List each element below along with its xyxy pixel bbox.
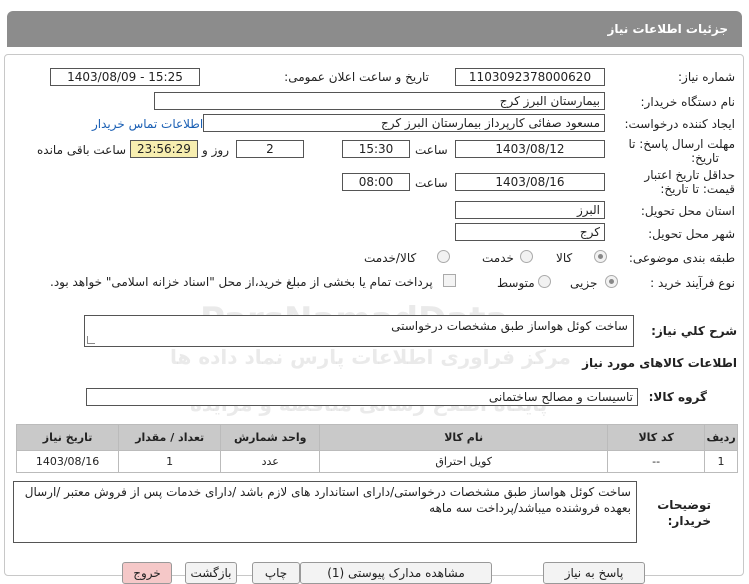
cell-row-number: 1 [704, 450, 738, 473]
col-row-number: ردیف [704, 424, 738, 451]
table-header-row: ردیف کد کالا نام کالا واحد شمارش تعداد /… [15, 424, 738, 451]
attachments-button[interactable]: مشاهده مدارک پیوستی (1) [300, 562, 492, 584]
announce-field: 1403/08/09 - 15:25 [50, 68, 200, 86]
remaining-time-field: 23:56:29 [130, 140, 198, 158]
back-button[interactable]: بازگشت [185, 562, 237, 584]
deadline-date-field: 1403/08/12 [455, 140, 605, 158]
notes-text: ساخت کوئل هواساز طبق مشخصات درخواستی/دار… [24, 485, 631, 515]
buyer-contact-link[interactable]: اطلاعات تماس خریدار [92, 117, 203, 131]
cell-item-name: کویل احتراق [319, 450, 609, 473]
deadline-time-label: ساعت [415, 143, 448, 157]
deadline-label-line1: مهلت ارسال پاسخ: تا [628, 137, 735, 151]
page-title: جزئیات اطلاعات نیاز [607, 22, 728, 36]
process-label: نوع فرآیند خرید : [650, 276, 735, 290]
need-number-field: 1103092378000620 [455, 68, 605, 86]
category-radio-goods-service[interactable] [437, 250, 450, 263]
validity-date-field: 1403/08/16 [455, 173, 605, 191]
days-remaining-field: 2 [236, 140, 304, 158]
creator-label: ایجاد کننده درخواست: [624, 117, 735, 131]
notes-textarea[interactable]: ساخت کوئل هواساز طبق مشخصات درخواستی/دار… [13, 481, 637, 543]
need-number-label: شماره نیاز: [678, 70, 735, 84]
province-label: استان محل تحویل: [640, 204, 735, 218]
process-radio-medium[interactable] [538, 275, 551, 288]
col-need-date: تاریخ نیاز [15, 424, 120, 451]
summary-text: ساخت کوئل هواساز طبق مشخصات درخواستی [391, 319, 628, 333]
category-option-goods: کالا [556, 251, 573, 265]
city-label: شهر محل تحویل: [648, 227, 735, 241]
cell-quantity: 1 [118, 450, 222, 473]
remaining-label: ساعت باقی مانده [37, 143, 127, 157]
notes-label-line2: خریدار: [667, 514, 711, 528]
category-option-goods-service: کالا/خدمت [364, 251, 417, 265]
print-button[interactable]: چاپ [252, 562, 300, 584]
validity-label-line1: حداقل تاریخ اعتبار [644, 168, 735, 182]
cell-unit: عدد [220, 450, 321, 473]
col-item-name: نام کالا [319, 424, 609, 451]
city-field: کرج [455, 223, 605, 241]
goods-table: ردیف کد کالا نام کالا واحد شمارش تعداد /… [15, 424, 738, 473]
category-radio-service[interactable] [520, 250, 533, 263]
treasury-checkbox[interactable] [443, 274, 456, 287]
goods-group-label: گروه کالا: [648, 390, 707, 404]
page-header: جزئیات اطلاعات نیاز [7, 11, 742, 47]
goods-group-field: تاسیسات و مصالح ساختمانی [86, 388, 638, 406]
process-option-minor: جزیی [570, 276, 598, 290]
reply-button[interactable]: پاسخ به نیاز [543, 562, 645, 584]
buyer-org-field: بیمارستان البرز کرج [154, 92, 605, 110]
cell-item-code: -- [607, 450, 706, 473]
col-quantity: تعداد / مقدار [118, 424, 222, 451]
exit-button[interactable]: خروج [122, 562, 172, 584]
validity-time-field: 08:00 [342, 173, 410, 191]
resize-grip-icon[interactable] [87, 336, 95, 344]
category-option-service: خدمت [482, 251, 514, 265]
summary-label: شرح کلي نياز: [651, 324, 737, 338]
summary-textarea[interactable]: ساخت کوئل هواساز طبق مشخصات درخواستی [84, 315, 634, 347]
validity-label-line2: قیمت: تا تاریخ: [660, 182, 735, 196]
days-label: روز و [202, 143, 229, 157]
cell-need-date: 1403/08/16 [15, 450, 120, 473]
notes-label-line1: توضیحات [657, 498, 711, 512]
col-item-code: کد کالا [607, 424, 706, 451]
goods-section-title: اطلاعات کالاهای مورد نیاز [582, 356, 737, 370]
deadline-time-field: 15:30 [342, 140, 410, 158]
process-radio-minor[interactable] [605, 275, 618, 288]
validity-time-label: ساعت [415, 176, 448, 190]
table-row[interactable]: 1 -- کویل احتراق عدد 1 1403/08/16 [15, 450, 738, 473]
process-option-medium: متوسط [497, 276, 535, 290]
creator-field: مسعود صفائی کارپرداز بیمارستان البرز کرج [203, 114, 605, 132]
province-field: البرز [455, 201, 605, 219]
buyer-org-label: نام دستگاه خریدار: [640, 95, 736, 109]
payment-note: پرداخت تمام یا بخشی از مبلغ خرید،از محل … [50, 275, 433, 289]
category-label: طبقه بندی موضوعی: [628, 251, 735, 265]
category-radio-goods[interactable] [594, 250, 607, 263]
announce-label: تاریخ و ساعت اعلان عمومی: [284, 70, 429, 84]
col-unit: واحد شمارش [220, 424, 321, 451]
deadline-label-line2: تاریخ: [691, 151, 719, 165]
